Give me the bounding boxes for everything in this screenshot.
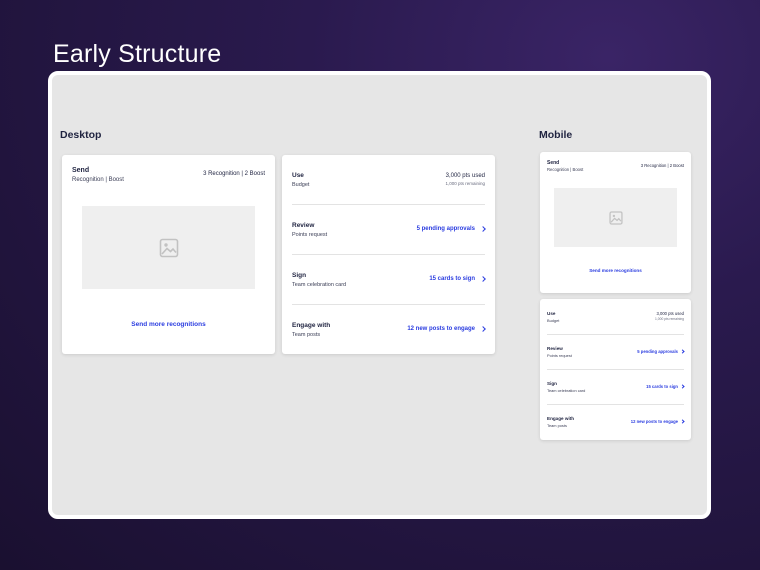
send-more-link[interactable]: Send more recognitions [62, 321, 275, 328]
chevron-right-icon [480, 276, 486, 282]
sign-action[interactable]: 15 cards to sign [429, 276, 486, 282]
chevron-right-icon [680, 384, 685, 389]
sign-title: Sign [292, 272, 307, 279]
review-action[interactable]: 5 pending approvals [416, 226, 486, 232]
review-subtitle: Points request [292, 232, 328, 238]
send-subtitle: Recognition | Boost [72, 177, 124, 183]
use-value-sub: 1,000 pts remaining [445, 181, 485, 186]
use-value-sub: 1,000 pts remaining [655, 317, 684, 321]
engage-action-label: 12 new posts to engage [630, 419, 678, 424]
divider [547, 369, 684, 370]
sign-subtitle: Team celebration card [547, 388, 586, 393]
review-title: Review [547, 346, 563, 351]
sign-subtitle: Team celebration card [292, 282, 347, 288]
image-icon [159, 238, 178, 257]
review-action-label: 5 pending approvals [416, 226, 475, 232]
image-placeholder [554, 188, 677, 247]
chevron-right-icon [480, 326, 486, 332]
sign-title: Sign [547, 381, 557, 386]
mobile-label: Mobile [539, 129, 573, 141]
page-title: Early Structure [53, 40, 222, 68]
use-value: 3,000 pts used [656, 311, 684, 316]
divider [547, 334, 684, 335]
engage-action[interactable]: 12 new posts to engage [407, 326, 486, 332]
use-subtitle: Budget [547, 318, 560, 323]
send-meta: 3 Recognition | 2 Boost [640, 163, 684, 168]
send-title: Send [72, 167, 90, 174]
divider [547, 404, 684, 405]
review-action[interactable]: 5 pending approvals [637, 349, 685, 354]
send-more-link[interactable]: Send more recognitions [540, 268, 691, 273]
divider [292, 304, 485, 305]
image-icon [608, 210, 623, 225]
review-action-label: 5 pending approvals [637, 349, 678, 354]
sign-action-label: 15 cards to sign [646, 384, 678, 389]
mobile-list-card: Use Budget 3,000 pts used 1,000 pts rema… [540, 299, 691, 440]
review-subtitle: Points request [547, 353, 572, 358]
sign-action-label: 15 cards to sign [429, 276, 475, 282]
use-title: Use [292, 172, 304, 179]
divider [292, 204, 485, 205]
image-placeholder [82, 206, 255, 289]
engage-title: Engage with [292, 322, 331, 329]
engage-action-label: 12 new posts to engage [407, 326, 475, 332]
desktop-send-card: Send Recognition | Boost 3 Recognition |… [62, 155, 275, 354]
use-subtitle: Budget [292, 182, 310, 188]
desktop-label: Desktop [60, 129, 102, 141]
use-value: 3,000 pts used [445, 173, 485, 179]
send-subtitle: Recognition | Boost [547, 167, 584, 172]
engage-title: Engage with [547, 416, 575, 421]
send-title: Send [547, 160, 560, 166]
sign-action[interactable]: 15 cards to sign [646, 384, 685, 389]
engage-subtitle: Team posts [292, 332, 321, 338]
use-title: Use [547, 311, 556, 316]
send-meta: 3 Recognition | 2 Boost [203, 171, 265, 177]
chevron-right-icon [680, 419, 685, 424]
chevron-right-icon [680, 349, 685, 354]
chevron-right-icon [480, 226, 486, 232]
canvas-frame: Desktop Send Recognition | Boost 3 Recog… [48, 71, 711, 519]
desktop-list-card: Use Budget 3,000 pts used 1,000 pts rema… [282, 155, 495, 354]
engage-action[interactable]: 12 new posts to engage [630, 419, 685, 424]
mobile-send-card: Send Recognition | Boost 3 Recognition |… [540, 152, 691, 293]
divider [292, 254, 485, 255]
engage-subtitle: Team posts [547, 423, 567, 428]
review-title: Review [292, 222, 315, 229]
